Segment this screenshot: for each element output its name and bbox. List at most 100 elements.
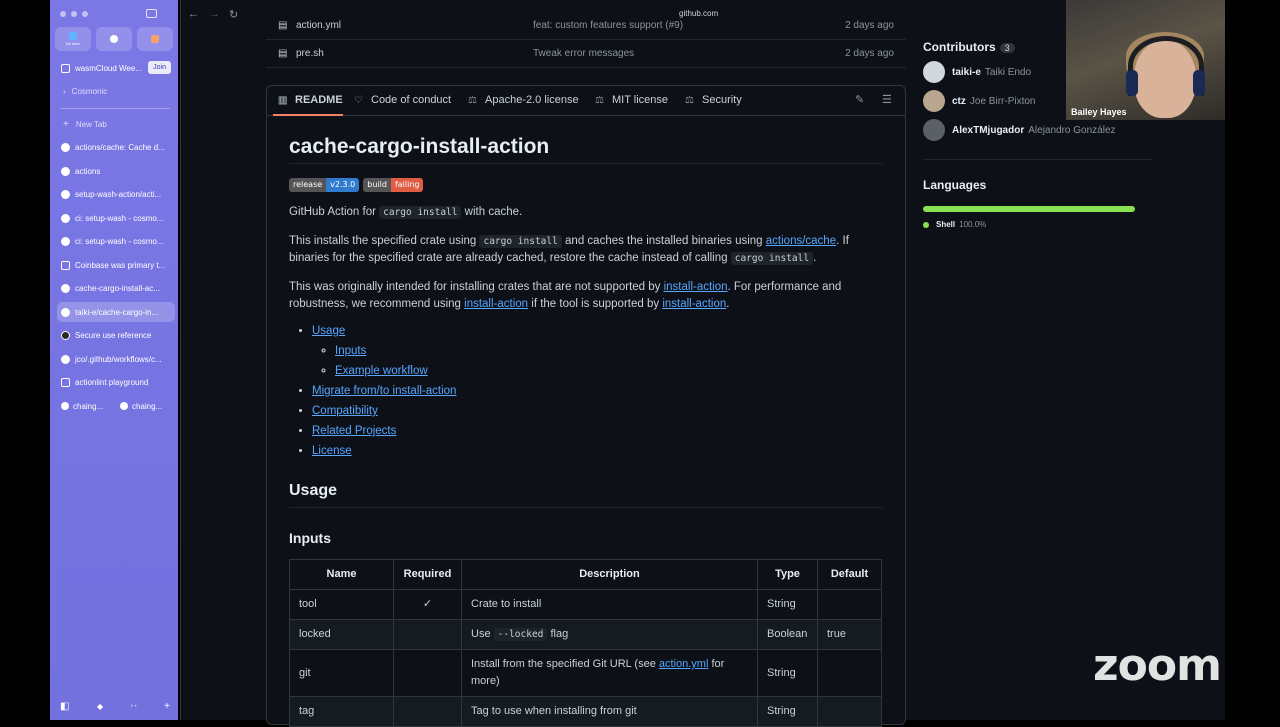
table-row: tool ✓ Crate to install String — [289, 589, 882, 620]
action-yml-link[interactable]: action.yml — [659, 658, 709, 670]
cell-default — [817, 589, 882, 620]
toc-item: Related Projects — [312, 423, 883, 440]
toc-item: Usage Inputs Example workflow — [312, 323, 883, 380]
sidebar-tab[interactable]: setup-wash-action/acti... — [57, 184, 175, 204]
tab-readme[interactable]: ▥ README — [278, 94, 343, 106]
space-dots-icon[interactable]: • • — [131, 704, 137, 710]
add-space-icon[interactable]: + — [164, 701, 170, 712]
file-name-link[interactable]: action.yml — [296, 20, 341, 31]
column-header: Description — [461, 559, 758, 590]
toc-link-migrate[interactable]: Migrate from/to install-action — [312, 385, 456, 397]
webcam-video: Bailey Hayes — [1066, 0, 1225, 120]
readme-panel: ▥ README ♡ Code of conduct ⚖ Apache-2.0 lic… — [266, 85, 906, 727]
close-window-button[interactable] — [60, 11, 66, 17]
contributor-item[interactable]: AlexTMjugador Alejandro González — [923, 119, 1153, 141]
split-view-tab[interactable]: chaing... chaing... — [57, 396, 175, 416]
tab-apache-license[interactable]: ⚖ Apache-2.0 license — [468, 94, 579, 106]
sidebar-tab[interactable]: actions/cache: Cache d... — [57, 137, 175, 157]
forward-arrow-icon[interactable]: → — [209, 8, 220, 20]
inline-code: cargo install — [479, 235, 562, 248]
contributors-count: 3 — [999, 43, 1015, 53]
cell-type: String — [757, 649, 818, 697]
build-badge[interactable]: build failing — [363, 178, 424, 192]
sidebar-tab[interactable]: actionlint playground — [57, 372, 175, 392]
split-tab-right[interactable]: chaing... — [116, 396, 175, 416]
commit-message[interactable]: Tweak error messages — [533, 48, 634, 59]
file-name-link[interactable]: pre.sh — [296, 48, 324, 59]
sidebar-tab-active[interactable]: taiki-e/cache-cargo-in... — [57, 302, 175, 322]
contributor-login[interactable]: taiki-e — [952, 67, 981, 78]
tab-label: Apache-2.0 license — [485, 94, 579, 106]
readme-tab-bar: ▥ README ♡ Code of conduct ⚖ Apache-2.0 lic… — [267, 86, 905, 116]
toc-link-example[interactable]: Example workflow — [335, 365, 428, 377]
favorite-tab-github[interactable] — [96, 27, 132, 51]
install-action-link[interactable]: install-action — [664, 281, 728, 293]
tab-label: cache-cargo-install-ac... — [75, 283, 160, 293]
back-arrow-icon[interactable]: ← — [188, 8, 199, 20]
tab-label: Code of conduct — [371, 94, 452, 106]
join-button[interactable]: Join — [148, 61, 171, 74]
readme-title: cache-cargo-install-action — [289, 136, 883, 164]
minimize-window-button[interactable] — [71, 11, 77, 17]
library-icon[interactable]: ◧ — [60, 701, 69, 712]
sidebar-tab[interactable]: actions — [57, 161, 175, 181]
sidebar-tab[interactable]: ci: setup-wash - cosmo... — [57, 231, 175, 251]
install-action-link[interactable]: install-action — [464, 298, 528, 310]
column-header: Type — [757, 559, 818, 590]
favorite-tab-1[interactable]: for men — [55, 27, 91, 51]
tab-label: chaing... — [132, 401, 163, 411]
sidebar-tab[interactable]: cache-cargo-install-ac... — [57, 278, 175, 298]
toc-link-related[interactable]: Related Projects — [312, 425, 396, 437]
language-bar — [923, 206, 1135, 212]
tab-label: actions/cache: Cache d... — [75, 142, 165, 152]
split-tab-left[interactable]: chaing... — [57, 396, 116, 416]
sidebar-folder-cosmonic[interactable]: › Cosmonic — [57, 81, 175, 101]
toc-link-inputs[interactable]: Inputs — [335, 345, 366, 357]
actions-cache-link[interactable]: actions/cache — [766, 235, 836, 247]
file-row[interactable]: ▤ pre.sh Tweak error messages 2 days ago — [266, 40, 906, 68]
sidebar-item-wasmcloud[interactable]: wasmCloud Wee... Join — [57, 58, 175, 78]
sidebar-tab[interactable]: Coinbase was primary t... — [57, 255, 175, 275]
tab-code-of-conduct[interactable]: ♡ Code of conduct — [354, 94, 451, 106]
sidebar-toggle-icon[interactable] — [146, 9, 157, 18]
cell-name: git — [289, 649, 394, 697]
install-action-link[interactable]: install-action — [662, 298, 726, 310]
favorite-tab-3[interactable] — [137, 27, 173, 51]
tab-mit-license[interactable]: ⚖ MIT license — [595, 94, 668, 106]
cell-name: tag — [289, 696, 394, 727]
toc-item: Compatibility — [312, 403, 883, 420]
language-item[interactable]: Shell 100.0% — [923, 220, 1153, 229]
inline-code: cargo install — [379, 206, 462, 219]
edit-pencil-icon[interactable]: ✎ — [855, 93, 864, 106]
file-row[interactable]: ▤ action.yml feat: custom features suppo… — [266, 12, 906, 40]
commit-message[interactable]: feat: custom features support (#9) — [533, 20, 683, 31]
zoom-watermark: zoom — [1093, 640, 1222, 691]
release-badge[interactable]: release v2.3.0 — [289, 178, 360, 192]
cell-type: String — [757, 696, 818, 727]
avatar — [923, 61, 945, 83]
avatar — [923, 90, 945, 112]
toc-link-compatibility[interactable]: Compatibility — [312, 405, 378, 417]
sidebar-tab[interactable]: Secure use reference — [57, 325, 175, 345]
paragraph-description: This installs the specified crate using … — [289, 233, 883, 267]
sidebar-tab[interactable]: ci: setup-wash - cosmo... — [57, 208, 175, 228]
readme-content: cache-cargo-install-action release v2.3.… — [289, 126, 883, 727]
maximize-window-button[interactable] — [82, 11, 88, 17]
archive-icon[interactable]: ◆ — [97, 702, 103, 711]
tab-label: MIT license — [612, 94, 669, 106]
languages-heading: Languages — [923, 178, 987, 192]
paragraph-recommendation: This was originally intended for install… — [289, 279, 883, 313]
tab-label: chaing... — [73, 401, 104, 411]
contributor-login[interactable]: ctz — [952, 96, 966, 107]
sidebar-tab[interactable]: jco/.github/workflows/c... — [57, 349, 175, 369]
toc-link-license[interactable]: License — [312, 445, 352, 457]
tab-security[interactable]: ⚖ Security — [685, 94, 742, 106]
outline-list-icon[interactable]: ☰ — [882, 93, 892, 106]
badge-value: failing — [390, 178, 424, 192]
toc-link-usage[interactable]: Usage — [312, 325, 345, 337]
github-icon — [61, 213, 70, 223]
reload-icon[interactable]: ↻ — [229, 8, 238, 21]
cell-description: Use --locked flag — [461, 619, 758, 650]
new-tab-button[interactable]: + New Tab — [57, 114, 175, 134]
contributor-login[interactable]: AlexTMjugador — [952, 125, 1024, 136]
